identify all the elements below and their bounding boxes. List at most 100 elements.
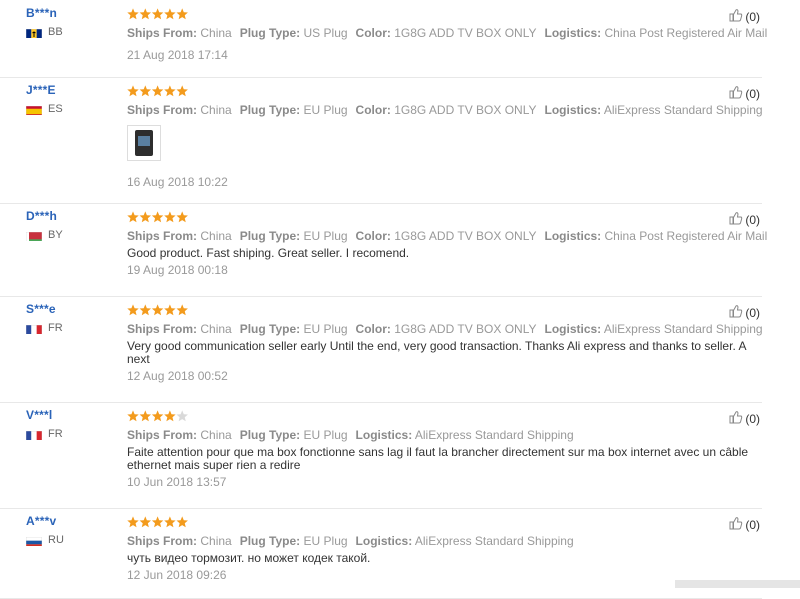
review-item: A***v RU Ships From: China Plug Type: EU … (0, 508, 762, 599)
star-icon (127, 516, 139, 528)
thumbs-up-icon (729, 410, 745, 427)
review-body: Ships From: China Plug Type: EU Plug Color… (127, 304, 763, 383)
star-icon (176, 8, 188, 20)
helpful-count: (0) (745, 9, 760, 24)
star-rating (127, 85, 762, 99)
reviewer-info: D***h BY (26, 209, 63, 241)
country-flag-icon (26, 535, 42, 546)
review-item: D***h BY Ships From: China Plug Type: EU … (0, 203, 767, 297)
star-icon (151, 410, 164, 422)
country-flag-icon (26, 429, 42, 440)
helpful-button[interactable]: (0) (729, 516, 760, 533)
ships-from-value: China (200, 26, 232, 40)
star-icon (139, 516, 152, 528)
helpful-button[interactable]: (0) (729, 304, 760, 321)
helpful-button[interactable]: (0) (729, 211, 760, 228)
ships-from-value: China (200, 428, 232, 442)
review-body: Ships From: China Plug Type: US Plug Color… (127, 8, 767, 62)
reviewer-name[interactable]: B***n (26, 6, 63, 20)
review-item: B***n BB Ships From: China Plug Type: US … (0, 0, 767, 78)
logistics-value: AliExpress Standard Shipping (603, 103, 763, 117)
star-icon (164, 8, 176, 20)
star-icon (127, 410, 139, 422)
plug-type-label: Plug Type: (239, 103, 301, 117)
review-body: Ships From: China Plug Type: EU Plug Color… (127, 211, 767, 277)
country-code: ES (48, 103, 63, 115)
country-flag-icon (26, 27, 42, 38)
logistics-value: China Post Registered Air Mail (604, 26, 768, 40)
plug-type-value: EU Plug (303, 103, 348, 117)
country-code: FR (48, 428, 63, 440)
review-date: 12 Aug 2018 00:52 (127, 369, 228, 383)
star-icon (151, 516, 164, 528)
star-rating (127, 304, 762, 318)
order-attributes: Ships From: China Plug Type: EU Plug Logis… (127, 428, 762, 442)
star-icon (164, 516, 176, 528)
logistics-label: Logistics: (355, 428, 413, 442)
reviewer-country: RU (26, 534, 64, 546)
review-body: Ships From: China Plug Type: EU Plug Logis… (127, 410, 762, 489)
helpful-count: (0) (745, 86, 760, 101)
review-date: 16 Aug 2018 10:22 (127, 175, 228, 189)
review-date: 19 Aug 2018 00:18 (127, 263, 228, 277)
star-icon (176, 410, 188, 422)
reviewer-country: BY (26, 229, 63, 241)
star-icon (127, 304, 139, 316)
reviewer-country: FR (26, 428, 63, 440)
reviewer-info: B***n BB (26, 6, 63, 38)
horizontal-scrollbar[interactable] (675, 580, 800, 588)
star-icon (127, 85, 139, 97)
star-icon (164, 410, 176, 422)
star-icon (151, 211, 164, 223)
star-icon (151, 8, 164, 20)
plug-type-label: Plug Type: (239, 229, 301, 243)
logistics-label: Logistics: (544, 103, 602, 117)
review-item: S***e FR Ships From: China Plug Type: EU … (0, 296, 763, 403)
reviewer-info: A***v RU (26, 514, 64, 546)
review-date: 12 Jun 2018 09:26 (127, 568, 227, 582)
plug-type-value: EU Plug (303, 428, 348, 442)
thumbs-up-icon (729, 8, 745, 25)
reviewer-name[interactable]: S***e (26, 302, 63, 316)
reviewer-name[interactable]: J***E (26, 83, 63, 97)
helpful-button[interactable]: (0) (729, 85, 760, 102)
helpful-button[interactable]: (0) (729, 410, 760, 427)
reviewer-name[interactable]: D***h (26, 209, 63, 223)
review-date: 10 Jun 2018 13:57 (127, 475, 227, 489)
star-icon (139, 410, 152, 422)
country-code: BB (48, 26, 63, 38)
ships-from-label: Ships From: (127, 26, 198, 40)
country-flag-icon (26, 323, 42, 334)
country-code: BY (48, 229, 63, 241)
helpful-count: (0) (745, 411, 760, 426)
color-label: Color: (355, 322, 391, 336)
country-flag-icon (26, 104, 42, 115)
plug-type-label: Plug Type: (239, 322, 301, 336)
logistics-value: AliExpress Standard Shipping (603, 322, 763, 336)
reviewer-info: V***l FR (26, 408, 63, 440)
review-body: Ships From: China Plug Type: EU Plug Color… (127, 85, 763, 189)
review-photo-thumbnail[interactable] (127, 125, 161, 161)
star-icon (139, 8, 152, 20)
order-attributes: Ships From: China Plug Type: EU Plug Color… (127, 322, 763, 336)
star-rating (127, 8, 762, 22)
plug-type-label: Plug Type: (239, 428, 301, 442)
star-icon (127, 8, 139, 20)
star-icon (176, 85, 188, 97)
country-flag-icon (26, 230, 42, 241)
reviewer-country: BB (26, 26, 63, 38)
star-icon (164, 211, 176, 223)
star-icon (176, 304, 188, 316)
ships-from-label: Ships From: (127, 229, 198, 243)
plug-type-value: EU Plug (303, 229, 348, 243)
star-icon (176, 516, 188, 528)
thumbs-up-icon (729, 516, 745, 533)
order-attributes: Ships From: China Plug Type: EU Plug Color… (127, 229, 767, 243)
reviewer-name[interactable]: V***l (26, 408, 63, 422)
ships-from-value: China (200, 103, 232, 117)
plug-type-label: Plug Type: (239, 534, 301, 548)
reviewer-info: S***e FR (26, 302, 63, 334)
reviewer-name[interactable]: A***v (26, 514, 64, 528)
helpful-button[interactable]: (0) (729, 8, 760, 25)
star-rating (127, 410, 762, 424)
